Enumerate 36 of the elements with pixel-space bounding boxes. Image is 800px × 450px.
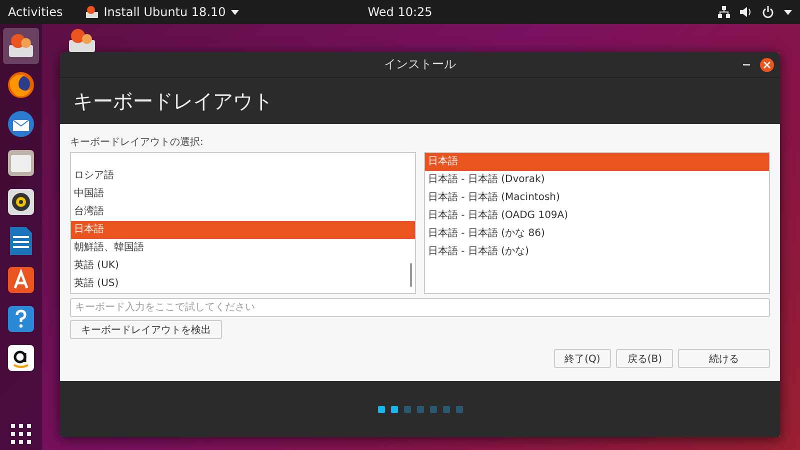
list-item[interactable]: 日本語: [425, 153, 769, 171]
window-title: インストール: [384, 56, 456, 73]
list-item[interactable]: 日本語 - 日本語 (Dvorak): [425, 171, 769, 189]
list-item[interactable]: ロシア語: [71, 167, 415, 185]
network-icon[interactable]: [718, 6, 730, 18]
drive-icon: [84, 5, 99, 19]
clock[interactable]: Wed 10:25: [368, 5, 432, 19]
dialog-button[interactable]: 終了(Q): [554, 349, 612, 368]
list-item[interactable]: 中国語: [71, 185, 415, 203]
dialog-button[interactable]: 戻る(B): [616, 349, 673, 368]
power-icon[interactable]: [762, 6, 774, 18]
list-item[interactable]: 日本語 - 日本語 (かな): [425, 243, 769, 261]
list-item[interactable]: 英語 (US): [71, 275, 415, 293]
drive-icon[interactable]: [66, 28, 98, 52]
list-item[interactable]: 日本語 - 日本語 (Macintosh): [425, 189, 769, 207]
list-item[interactable]: 英語 (UK): [71, 257, 415, 275]
close-icon[interactable]: [760, 58, 774, 72]
list-item[interactable]: 日本語 - 日本語 (かな 86): [425, 225, 769, 243]
list-label: キーボードレイアウトの選択:: [70, 136, 204, 150]
list-item[interactable]: 日本語: [71, 221, 415, 239]
page-heading: キーボードレイアウト: [73, 88, 273, 114]
input-field[interactable]: キーボード入力をここで試してください: [70, 298, 770, 317]
dialog-button[interactable]: 続ける: [678, 349, 770, 368]
activities-button[interactable]: Activities: [8, 5, 63, 19]
detect-button[interactable]: キーボードレイアウトを検出: [70, 320, 222, 339]
volume-icon[interactable]: [740, 6, 752, 18]
app-menu[interactable]: Install Ubuntu 18.10: [104, 5, 226, 19]
document-icon[interactable]: [9, 226, 33, 256]
list-item[interactable]: 台湾語: [71, 203, 415, 221]
minimize-icon[interactable]: [743, 64, 750, 66]
caret-icon[interactable]: [784, 10, 792, 14]
app-grid-icon[interactable]: [11, 424, 31, 444]
list-item[interactable]: 日本語 - 日本語 (OADG 109A): [425, 207, 769, 225]
caret-icon: [230, 10, 239, 14]
scrollbar[interactable]: [410, 263, 412, 287]
list-item[interactable]: 朝鮮語、韓国語: [71, 239, 415, 257]
